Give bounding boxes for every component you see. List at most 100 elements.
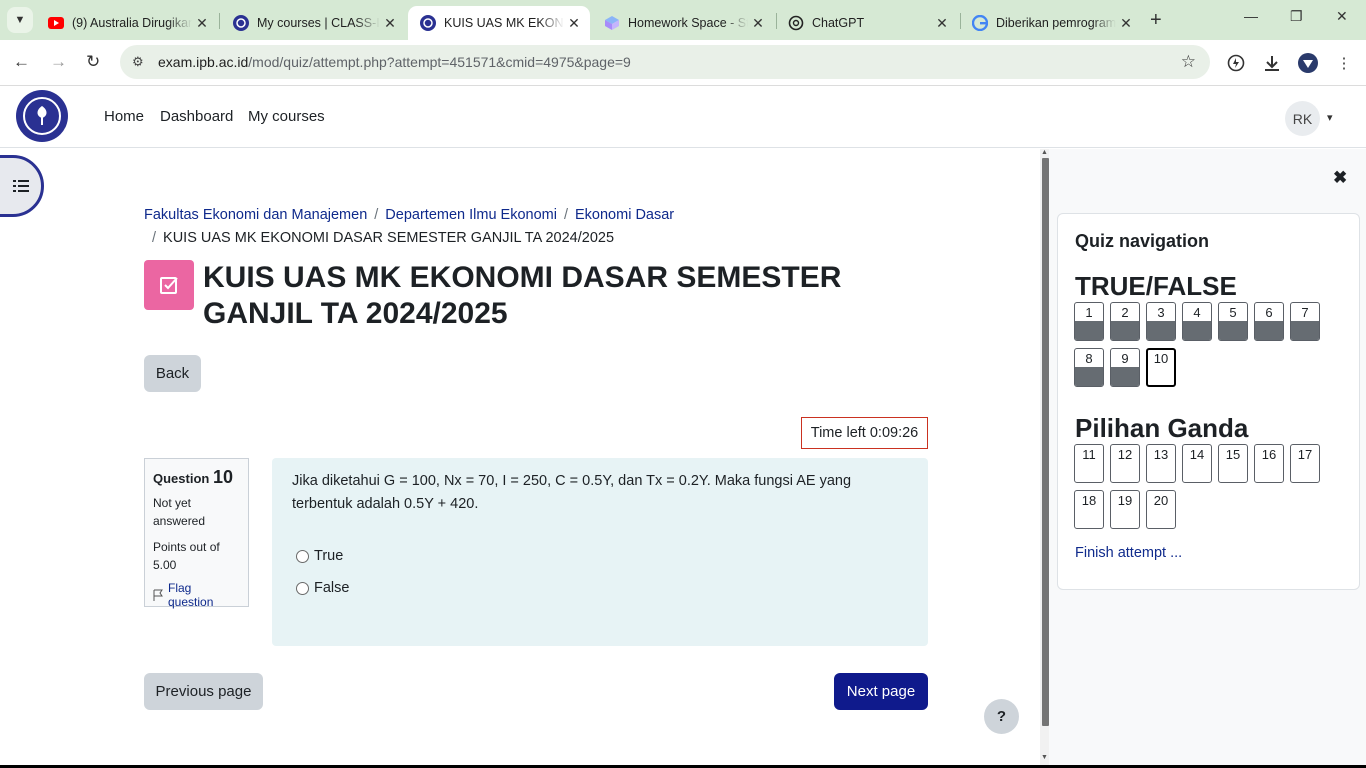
- breadcrumb-department[interactable]: Departemen Ilmu Ekonomi: [385, 207, 557, 223]
- user-avatar[interactable]: RK: [1285, 101, 1320, 136]
- close-icon[interactable]: ✕: [748, 15, 768, 32]
- radio-true[interactable]: [296, 549, 309, 563]
- quiz-nav-question-5[interactable]: 5: [1218, 302, 1248, 341]
- quiz-nav-number: 3: [1157, 305, 1165, 320]
- scroll-up-icon[interactable]: ▲: [1041, 149, 1048, 156]
- quiz-nav-question-15[interactable]: 15: [1218, 444, 1248, 483]
- more-menu-icon[interactable]: ⋮: [1333, 52, 1355, 74]
- scrollbar-thumb[interactable]: [1042, 158, 1049, 726]
- breadcrumb-faculty[interactable]: Fakultas Ekonomi dan Manajemen: [144, 207, 367, 223]
- flag-question-link[interactable]: Flag question: [153, 581, 240, 609]
- answer-options: True False: [292, 540, 908, 604]
- list-icon: [13, 180, 29, 192]
- quiz-nav-question-7[interactable]: 7: [1290, 302, 1320, 341]
- close-icon[interactable]: ✕: [192, 15, 212, 32]
- next-page-button[interactable]: Next page: [834, 673, 928, 710]
- flag-question-label[interactable]: Flag question: [168, 581, 240, 609]
- help-button[interactable]: ?: [984, 699, 1019, 734]
- url-text[interactable]: exam.ipb.ac.id/mod/quiz/attempt.php?atte…: [158, 54, 631, 70]
- browser-tab[interactable]: (9) Australia Dirugikan ✕: [36, 6, 218, 40]
- close-icon[interactable]: ✕: [932, 15, 952, 32]
- quiz-nav-number: 20: [1153, 493, 1169, 508]
- tab-search-button[interactable]: ▼: [7, 7, 33, 33]
- quiz-nav-question-6[interactable]: 6: [1254, 302, 1284, 341]
- close-icon[interactable]: ✕: [1116, 15, 1136, 32]
- close-icon[interactable]: ✕: [564, 15, 584, 32]
- quiz-nav-question-10[interactable]: 10: [1146, 348, 1176, 387]
- quiz-nav-question-16[interactable]: 16: [1254, 444, 1284, 483]
- page-title: KUIS UAS MK EKONOMI DASAR SEMESTER GANJI…: [203, 261, 842, 330]
- browser-tab-active[interactable]: KUIS UAS MK EKONOMI ✕: [408, 6, 590, 40]
- quiz-nav-question-2[interactable]: 2: [1110, 302, 1140, 341]
- bookmark-star-icon[interactable]: ☆: [1181, 52, 1196, 72]
- question-grade: Points out of 5.00: [153, 540, 220, 572]
- quiz-nav-question-3[interactable]: 3: [1146, 302, 1176, 341]
- reload-icon[interactable]: ↻: [86, 52, 100, 72]
- quiz-nav-question-20[interactable]: 20: [1146, 490, 1176, 529]
- minimize-icon[interactable]: —: [1244, 8, 1258, 24]
- site-settings-icon[interactable]: ⚙: [132, 54, 148, 70]
- quiz-nav-number: 2: [1121, 305, 1129, 320]
- window-close-icon[interactable]: ✕: [1336, 8, 1348, 25]
- close-drawer-icon[interactable]: ✖: [1333, 168, 1347, 188]
- quiz-nav-question-8[interactable]: 8: [1074, 348, 1104, 387]
- question-text: Jika diketahui G = 100, Nx = 70, I = 250…: [292, 473, 852, 512]
- url-bar[interactable]: ⚙ exam.ipb.ac.id/mod/quiz/attempt.php?at…: [120, 45, 1210, 79]
- chevron-down-icon: ▼: [14, 14, 26, 26]
- tab-title: Homework Space - Stu: [628, 16, 748, 30]
- back-button[interactable]: Back: [144, 355, 201, 392]
- quiz-nav-question-12[interactable]: 12: [1110, 444, 1140, 483]
- address-toolbar: ← → ↻ ⚙ exam.ipb.ac.id/mod/quiz/attempt.…: [0, 40, 1366, 86]
- quiz-nav-question-14[interactable]: 14: [1182, 444, 1212, 483]
- section-true-false-title: TRUE/FALSE: [1075, 271, 1237, 301]
- download-icon[interactable]: [1261, 52, 1283, 74]
- nav-home[interactable]: Home: [104, 108, 144, 125]
- tab-title: My courses | CLASS-IPB: [257, 16, 380, 30]
- option-label[interactable]: True: [314, 548, 343, 564]
- question-info: Question 10 Not yet answered Points out …: [144, 458, 249, 609]
- ipb-icon: [233, 15, 249, 31]
- scroll-down-icon[interactable]: ▼: [1041, 754, 1048, 761]
- browser-tab[interactable]: ChatGPT ✕: [776, 6, 958, 40]
- browser-tab[interactable]: Diberikan pemrograman ✕: [960, 6, 1142, 40]
- breadcrumb-course[interactable]: Ekonomi Dasar: [575, 207, 674, 223]
- course-index-toggle[interactable]: [0, 155, 44, 217]
- forward-arrow-icon[interactable]: →: [50, 52, 67, 72]
- google-icon: [972, 15, 988, 31]
- new-tab-button[interactable]: +: [1150, 9, 1162, 32]
- back-arrow-icon[interactable]: ←: [13, 52, 30, 72]
- browser-tab[interactable]: My courses | CLASS-IPB ✕: [221, 6, 406, 40]
- quiz-nav-question-9[interactable]: 9: [1110, 348, 1140, 387]
- tab-title: ChatGPT: [812, 16, 865, 30]
- quiz-nav-question-18[interactable]: 18: [1074, 490, 1104, 529]
- nav-my-courses[interactable]: My courses: [248, 108, 325, 125]
- quiz-nav-question-1[interactable]: 1: [1074, 302, 1104, 341]
- question-state: Not yet answered: [153, 496, 206, 528]
- cube-icon: [604, 15, 620, 31]
- quiz-nav-question-13[interactable]: 13: [1146, 444, 1176, 483]
- option-true[interactable]: True: [296, 540, 908, 572]
- quiz-nav-question-19[interactable]: 19: [1110, 490, 1140, 529]
- ipb-icon: [420, 15, 436, 31]
- quiz-nav-number: 11: [1082, 447, 1096, 462]
- finish-attempt-link[interactable]: Finish attempt ...: [1075, 545, 1182, 561]
- restore-icon[interactable]: ❐: [1290, 8, 1303, 25]
- quiz-nav-question-4[interactable]: 4: [1182, 302, 1212, 341]
- chevron-down-icon[interactable]: ▾: [1327, 111, 1333, 124]
- previous-page-button[interactable]: Previous page: [144, 673, 263, 710]
- quiz-nav-number: 19: [1117, 493, 1133, 508]
- flag-icon: [153, 589, 163, 601]
- extension-icon[interactable]: [1225, 52, 1247, 74]
- nav-dashboard[interactable]: Dashboard: [160, 108, 233, 125]
- profile-icon[interactable]: [1297, 52, 1319, 74]
- ipb-logo[interactable]: [16, 90, 68, 142]
- quiz-timer: Time left 0:09:26: [801, 417, 928, 449]
- close-icon[interactable]: ✕: [380, 15, 400, 32]
- radio-false[interactable]: [296, 581, 309, 595]
- quiz-nav-question-17[interactable]: 17: [1290, 444, 1320, 483]
- quiz-nav-question-11[interactable]: 11: [1074, 444, 1104, 483]
- option-label[interactable]: False: [314, 580, 349, 596]
- option-false[interactable]: False: [296, 572, 908, 604]
- browser-tab[interactable]: Homework Space - Stu ✕: [592, 6, 774, 40]
- breadcrumb: Fakultas Ekonomi dan Manajemen / Departeme…: [144, 207, 675, 246]
